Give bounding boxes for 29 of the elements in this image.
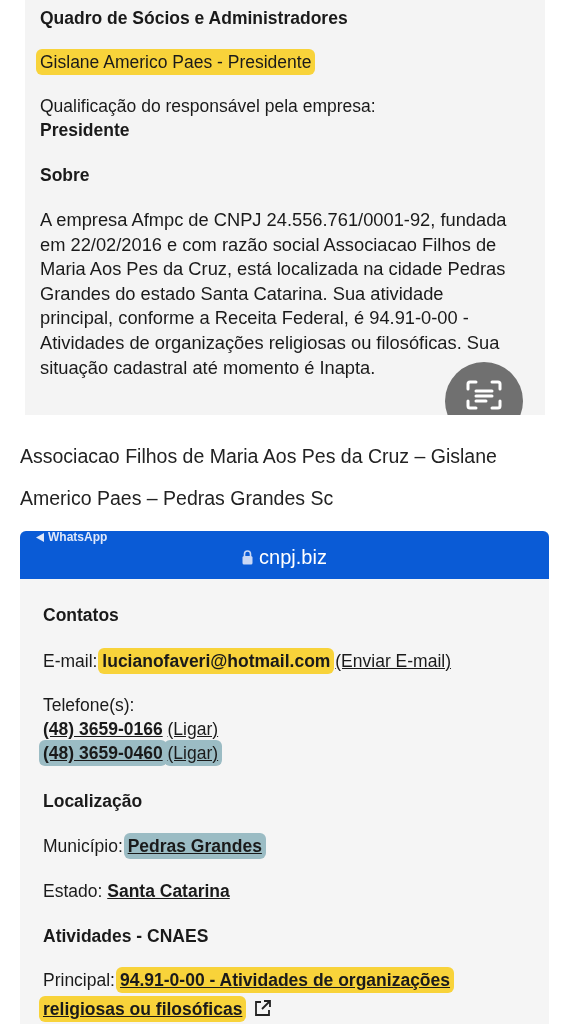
phone-link[interactable]: (48) 3659-0166 — [43, 719, 163, 739]
qualification-label: Qualificação do responsável pela empresa: — [40, 95, 377, 118]
call-link[interactable]: (Ligar) — [163, 740, 223, 766]
field-label: Principal: — [43, 969, 115, 992]
field-value-link[interactable]: Santa Catarina — [107, 881, 230, 901]
section-heading: Localização — [43, 790, 144, 813]
field-value-link[interactable]: Pedras Grandes — [123, 833, 266, 859]
back-link[interactable]: WhatsApp — [48, 531, 108, 544]
section-heading: Contatos — [43, 604, 120, 627]
send-email-link[interactable]: (Enviar E-mail) — [335, 651, 451, 671]
text-scan-icon — [466, 380, 502, 410]
field-label: Município: — [43, 836, 123, 856]
email-value: lucianofaveri@hotmail.com — [98, 648, 335, 674]
call-link[interactable]: (Ligar) — [167, 719, 219, 739]
phones-label: Telefone(s): — [43, 694, 136, 717]
back-arrow-icon — [36, 533, 44, 542]
lock-icon — [242, 549, 254, 565]
section-heading: Atividades - CNAES — [43, 925, 210, 948]
url-domain[interactable]: cnpj.biz — [259, 542, 327, 572]
about-paragraph: A empresa Afmpc de CNPJ 24.556.761/0001-92, fundada em 22/02/2016 e com razão social Associacao Filhos de Maria Aos Pes da Cruz, está localizada na cidade Pedras Grandes do estado Santa Catarina. Sua atividade principal, conforme a Receita Federal, é 94.91-0-00 - Atividades de organizações religiosas ou filosóficas. Sua situação cadastral até momento é Inapta. — [40, 208, 508, 380]
email-label: E-mail: — [43, 651, 98, 671]
section-heading: Quadro de Sócios e Administradores — [40, 7, 349, 30]
external-link-icon — [254, 1000, 272, 1017]
field-label: Estado: — [43, 881, 103, 901]
qualification-value: Presidente — [40, 119, 131, 142]
phone-link[interactable]: (48) 3659-0460 — [39, 740, 167, 766]
caption: Associacao Filhos de Maria Aos Pes da Cruz – Gislane Americo Paes – Pedras Grandes Sc — [20, 444, 498, 511]
partner-name: Gislane Americo Paes - Presidente — [36, 49, 316, 75]
section-heading: Sobre — [40, 164, 91, 187]
